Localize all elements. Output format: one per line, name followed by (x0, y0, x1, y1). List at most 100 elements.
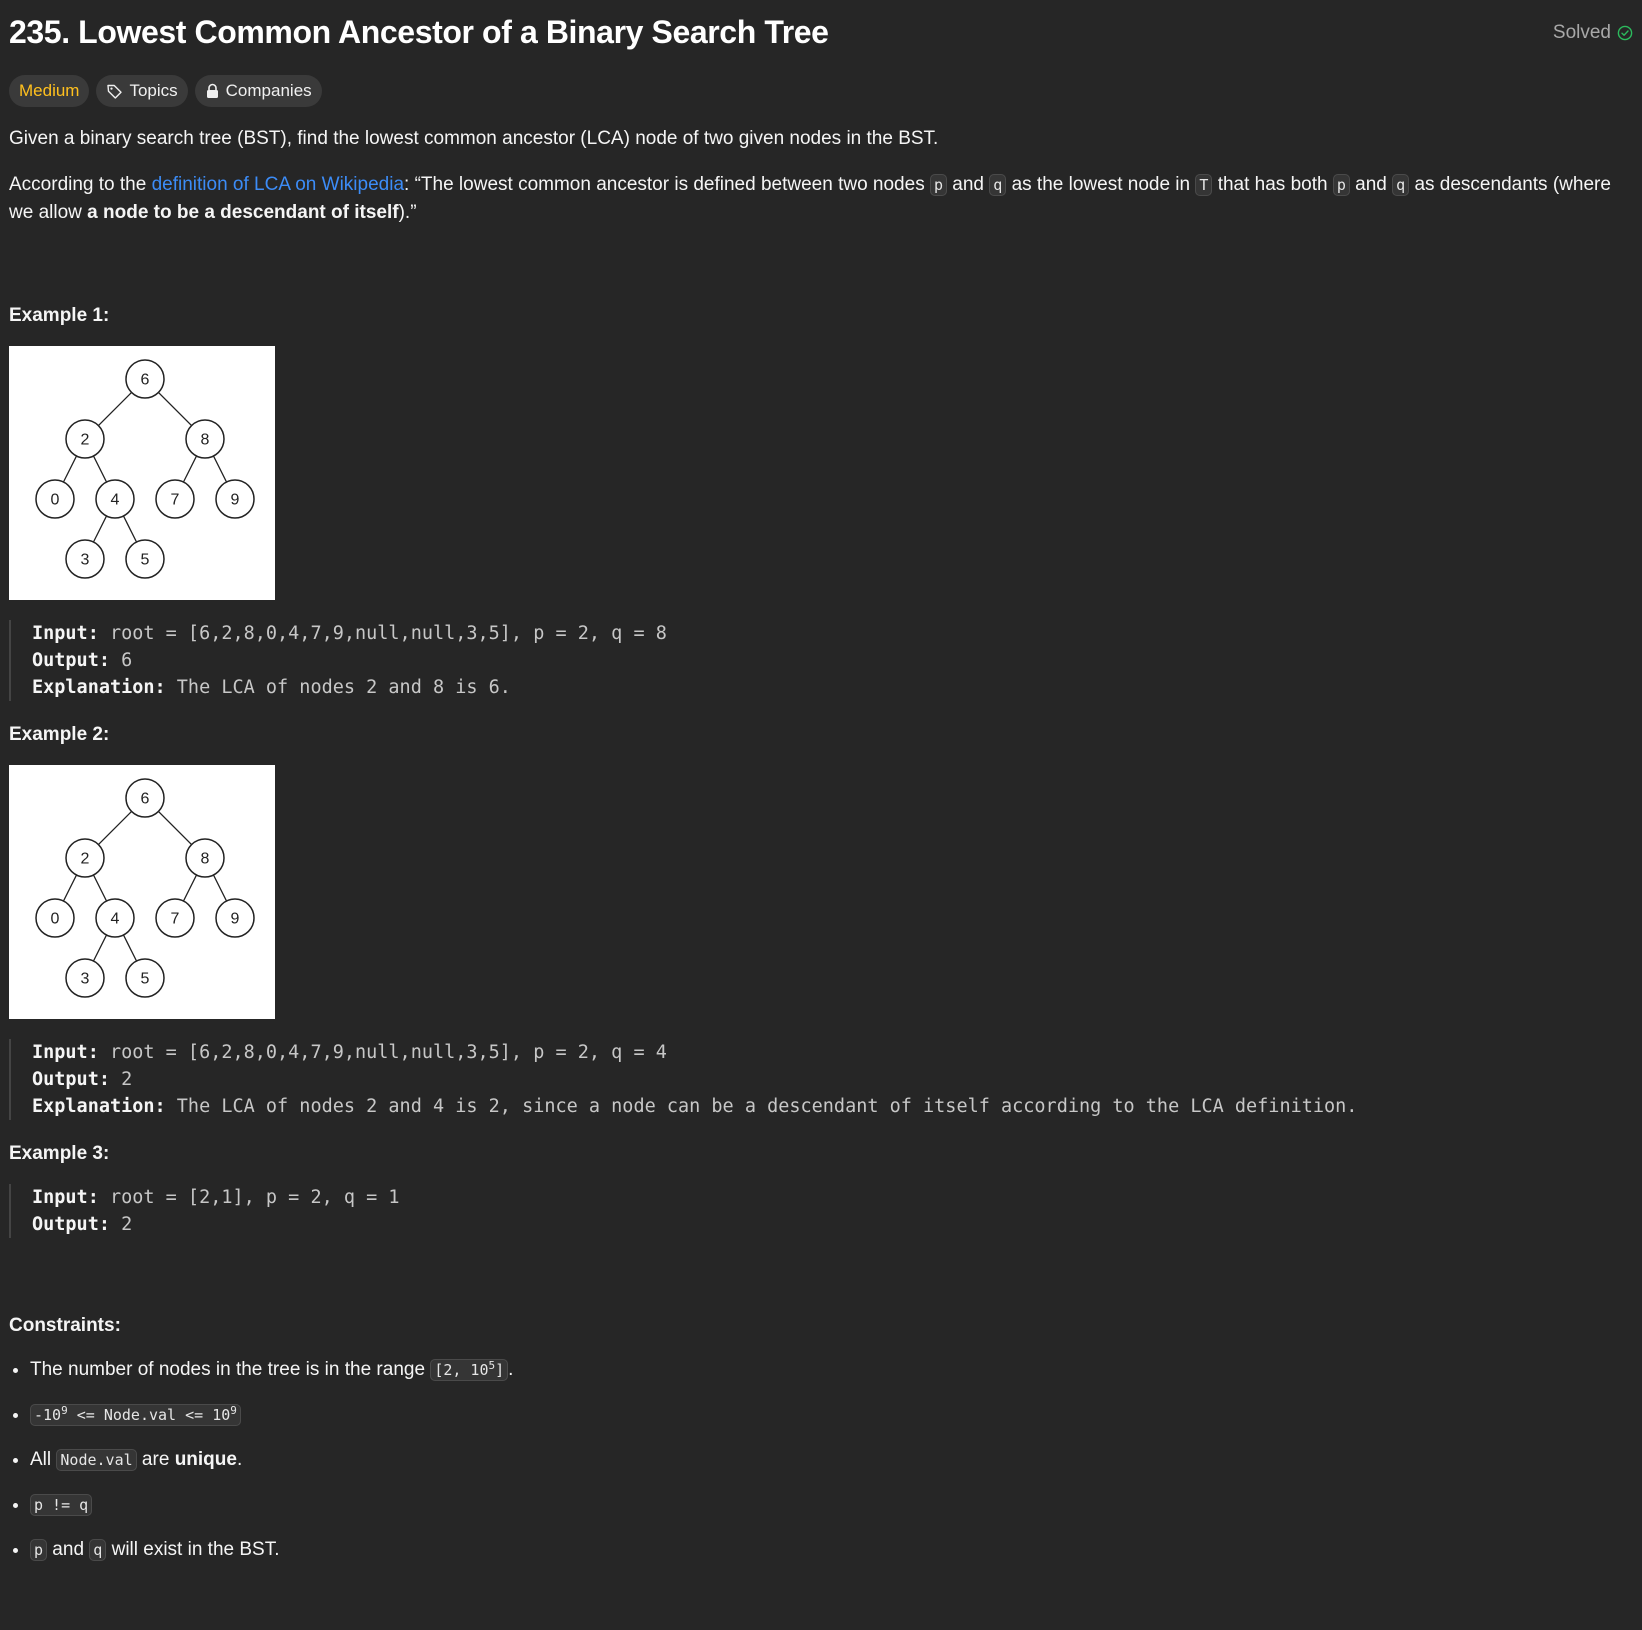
problem-description: 235. Lowest Common Ancestor of a Binary … (9, 0, 1633, 1581)
output-label: Output: (32, 1214, 110, 1235)
input-value: root = [6,2,8,0,4,7,9,null,null,3,5], p … (98, 623, 667, 644)
tree-edge (97, 391, 133, 427)
companies-button[interactable]: Companies (194, 75, 322, 107)
output-value: 6 (109, 650, 133, 671)
tree-diagram: 6 2 8 0 4 7 9 3 5 (9, 346, 275, 600)
tag-icon (106, 83, 123, 100)
solved-label: Solved (1552, 22, 1611, 43)
tree-edge (62, 874, 78, 902)
output-value: 2 (109, 1069, 133, 1090)
text-segment: [2, 10 (434, 1361, 489, 1379)
tree-edge (122, 515, 138, 543)
tree-node-label: 8 (201, 851, 210, 868)
description-paragraph-2: According to the definition of LCA on Wi… (9, 171, 1633, 227)
code-p: p (929, 174, 948, 196)
code-p: p (1332, 174, 1350, 196)
text-segment: are (136, 1449, 175, 1470)
tree-edge (97, 810, 133, 846)
text-segment: The number of nodes in the tree is in th… (30, 1359, 431, 1380)
difficulty-badge: Medium (9, 75, 90, 107)
constraint-value-range: -109 <= Node.val <= 109 (30, 1401, 1633, 1429)
text-segment: . (508, 1359, 514, 1380)
text-segment: : “The lowest common ancestor is defined… (404, 174, 930, 195)
tree-edge (92, 874, 108, 902)
tree-node-label: 5 (141, 971, 150, 988)
code-value-range: -109 <= Node.val <= 109 (30, 1404, 241, 1426)
input-value: root = [6,2,8,0,4,7,9,null,null,3,5], p … (98, 1042, 667, 1063)
output-label: Output: (32, 1069, 110, 1090)
tree-edge (62, 455, 78, 483)
tree-edge (182, 874, 198, 902)
explanation-label: Explanation: (32, 1096, 166, 1117)
tree-node-label: 5 (141, 552, 150, 569)
tree-node-label: 0 (51, 492, 60, 509)
example-1-tree-figure: 6 2 8 0 4 7 9 3 5 (9, 346, 1633, 600)
tree-node-label: 6 (141, 791, 150, 808)
example-3-block: Input: root = [2,1], p = 2, q = 1 Output… (9, 1184, 1633, 1238)
problem-title[interactable]: 235. Lowest Common Ancestor of a Binary … (9, 14, 829, 51)
topics-button[interactable]: Topics (96, 75, 188, 107)
tree-edge (92, 515, 108, 543)
superscript: 9 (61, 1404, 68, 1417)
check-circle-icon (1617, 25, 1633, 41)
tree-node-label: 3 (81, 971, 90, 988)
bold-word: unique (174, 1449, 237, 1470)
tree-node-label: 4 (111, 911, 120, 928)
output-label: Output: (32, 650, 110, 671)
tree-node-label: 0 (51, 911, 60, 928)
tree-node-label: 9 (231, 492, 240, 509)
explanation-value: The LCA of nodes 2 and 4 is 2, since a n… (165, 1096, 1358, 1117)
code-q: q (989, 174, 1007, 196)
tree-edge (212, 874, 228, 902)
code-node-val: Node.val (56, 1449, 137, 1471)
bold-phrase: a node to be a descendant of itself (87, 202, 399, 223)
text-segment: ] (495, 1361, 505, 1379)
companies-label: Companies (225, 81, 312, 100)
explanation-value: The LCA of nodes 2 and 8 is 6. (165, 677, 511, 698)
constraint-unique: All Node.val are unique. (30, 1446, 1633, 1474)
text-segment: . (236, 1449, 243, 1470)
text-segment: that has both (1212, 174, 1333, 195)
tree-node-label: 6 (141, 372, 150, 389)
tree-edge (157, 391, 193, 427)
example-1-heading: Example 1: (9, 305, 110, 326)
text-segment: as the lowest node in (1006, 174, 1196, 195)
wikipedia-link[interactable]: definition of LCA on Wikipedia (152, 174, 404, 195)
tree-node-label: 2 (81, 432, 90, 449)
tree-node-label: 4 (111, 492, 120, 509)
tree-edge (182, 455, 198, 483)
tree-edge (212, 455, 228, 483)
tree-node-label: 7 (171, 911, 180, 928)
code-q: q (89, 1539, 107, 1561)
text-segment: All (30, 1449, 57, 1470)
solved-status: Solved (1553, 22, 1633, 44)
constraint-exist: p and q will exist in the BST. (30, 1536, 1633, 1564)
example-1-block: Input: root = [6,2,8,0,4,7,9,null,null,3… (9, 620, 1633, 701)
text-segment: ).” (398, 202, 417, 223)
example-2-heading: Example 2: (9, 724, 110, 745)
tree-node-label: 9 (231, 911, 240, 928)
code-p-neq-q: p != q (30, 1494, 93, 1516)
tree-node-label: 2 (81, 851, 90, 868)
tree-edge (157, 810, 193, 846)
code-q: q (1392, 174, 1410, 196)
text-segment: and (47, 1539, 90, 1560)
tree-edge (122, 934, 138, 962)
text-segment: and (1349, 174, 1393, 195)
example-3-heading: Example 3: (9, 1143, 110, 1164)
text-segment: and (947, 174, 990, 195)
lock-icon (205, 83, 220, 99)
explanation-label: Explanation: (32, 677, 166, 698)
tree-edge (92, 455, 108, 483)
constraint-p-not-q: p != q (30, 1491, 1633, 1519)
topics-label: Topics (129, 81, 178, 100)
tree-edge (92, 934, 108, 962)
code-range: [2, 105] (430, 1359, 509, 1381)
title-row: 235. Lowest Common Ancestor of a Binary … (9, 0, 1633, 66)
description-paragraph-1: Given a binary search tree (BST), find t… (9, 128, 939, 149)
example-2-tree-figure: 6 2 8 0 4 7 9 3 5 (9, 765, 1633, 1019)
text-segment: will exist in the BST. (106, 1539, 280, 1560)
input-label: Input: (32, 1042, 99, 1063)
tag-pills: Medium Topics Companies (9, 75, 1633, 107)
input-value: root = [2,1], p = 2, q = 1 (98, 1187, 400, 1208)
